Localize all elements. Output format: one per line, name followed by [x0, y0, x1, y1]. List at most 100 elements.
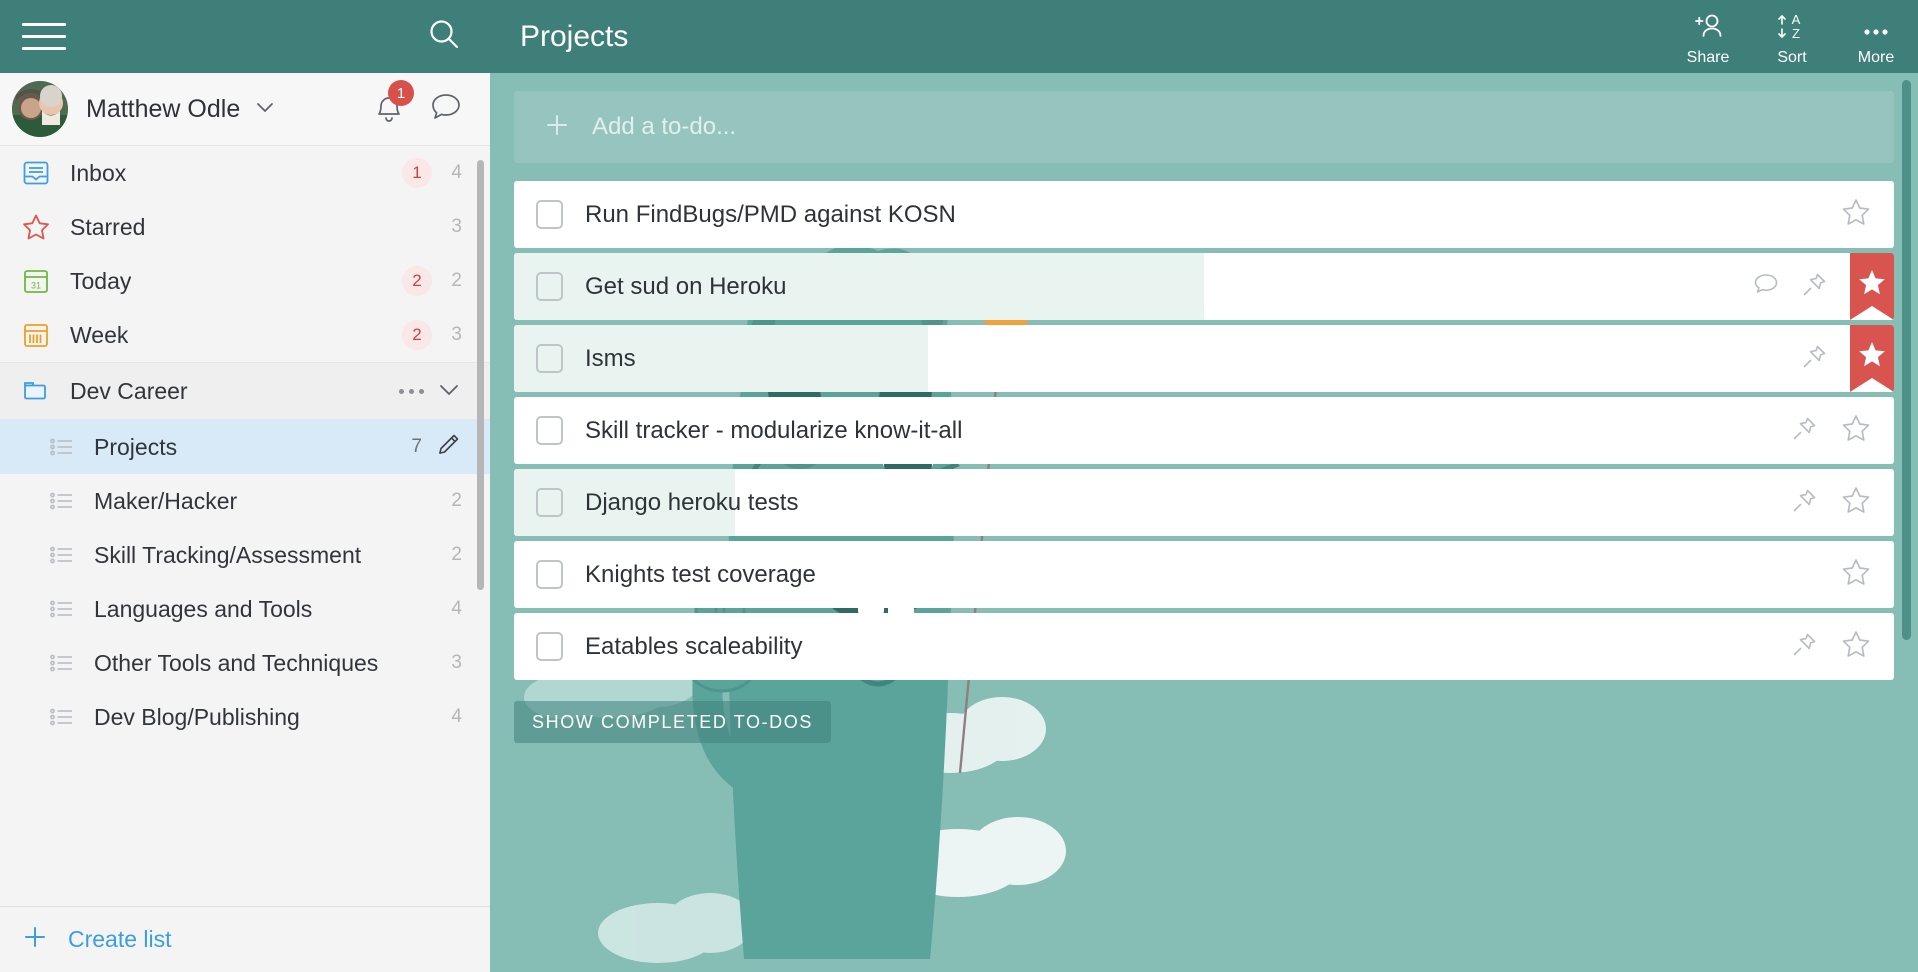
main-scrollbar[interactable] [1902, 80, 1911, 966]
sidebar-item-inbox[interactable]: Inbox 1 4 [0, 146, 490, 200]
sidebar-item-counts: 4 [444, 706, 462, 728]
hamburger-icon[interactable] [22, 21, 66, 53]
show-completed-todos-button[interactable]: SHOW COMPLETED TO-DOS [514, 701, 831, 743]
sidebar-folder-dev-career[interactable]: Dev Career [0, 362, 490, 420]
sidebar-item-week[interactable]: Week 2 3 [0, 308, 490, 362]
item-count: 4 [451, 598, 462, 619]
share-person-icon [1691, 12, 1725, 47]
search-icon[interactable] [426, 16, 462, 57]
todo-row[interactable]: Eatables scaleability [514, 613, 1894, 680]
comment-bubble-icon[interactable] [1753, 272, 1779, 301]
sidebar-item-counts: 2 3 [402, 320, 462, 350]
todo-actions [1791, 412, 1894, 449]
item-count: 2 [451, 544, 462, 565]
sidebar-item-label: Other Tools and Techniques [94, 649, 379, 676]
sidebar-item-projects[interactable]: Projects 7 [0, 420, 490, 474]
more-dots-icon[interactable] [399, 388, 424, 394]
todo-row-inner: Eatables scaleability [514, 628, 1894, 665]
notifications-button[interactable]: 1 [374, 80, 414, 125]
todo-row[interactable]: Run FindBugs/PMD against KOSN [514, 181, 1894, 248]
sidebar-item-other-tools-and-techniques[interactable]: Other Tools and Techniques 3 [0, 636, 490, 690]
todo-checkbox[interactable] [536, 416, 563, 445]
sidebar-scroll-area: Inbox 1 4 Starred 3 31 Today 2 2 Week 2 … [0, 146, 490, 906]
todo-title: Eatables scaleability [585, 632, 803, 660]
due-badge: 2 [402, 266, 432, 296]
main-scrollbar-thumb[interactable] [1902, 80, 1911, 640]
avatar[interactable] [12, 81, 68, 137]
sidebar-item-starred[interactable]: Starred 3 [0, 200, 490, 254]
sidebar-scrollbar[interactable] [477, 160, 484, 898]
sidebar-item-label: Starred [70, 213, 146, 240]
folder-icon [18, 376, 54, 406]
pin-icon[interactable] [1801, 271, 1828, 303]
chat-bubble-icon[interactable] [430, 92, 462, 127]
chevron-down-icon[interactable] [254, 96, 276, 123]
star-icon[interactable] [1840, 412, 1872, 449]
pencil-icon[interactable] [434, 431, 462, 464]
sidebar-item-label: Skill Tracking/Assessment [94, 541, 362, 568]
todo-row-inner: Django heroku tests [514, 484, 1894, 521]
todo-title: Django heroku tests [585, 488, 799, 516]
chevron-down-icon[interactable] [436, 376, 462, 407]
item-count: 4 [451, 162, 462, 183]
todo-actions [1840, 556, 1894, 593]
todo-checkbox[interactable] [536, 344, 563, 373]
star-icon[interactable] [1840, 628, 1872, 665]
add-todo-placeholder: Add a to-do... [592, 113, 737, 140]
pin-icon[interactable] [1791, 487, 1818, 519]
todo-checkbox[interactable] [536, 632, 563, 661]
todo-row-inner: Run FindBugs/PMD against KOSN [514, 196, 1894, 233]
todo-checkbox[interactable] [536, 560, 563, 589]
item-count: 3 [451, 216, 462, 237]
star-icon[interactable] [1840, 484, 1872, 521]
sidebar-item-counts: 2 [444, 490, 462, 512]
create-list-button[interactable]: Create list [0, 906, 490, 972]
todo-title: Knights test coverage [585, 560, 816, 588]
todo-checkbox[interactable] [536, 200, 563, 229]
sidebar-item-counts: 7 [404, 431, 462, 464]
header-actions: Share A Z Sort More [1666, 0, 1918, 73]
svg-text:31: 31 [31, 281, 41, 291]
todo-row[interactable]: Isms [514, 325, 1894, 392]
todo-row[interactable]: Skill tracker - modularize know-it-all [514, 397, 1894, 464]
todo-row[interactable]: Knights test coverage [514, 541, 1894, 608]
star-icon[interactable] [1840, 556, 1872, 593]
item-count: 4 [451, 706, 462, 727]
create-list-label: Create list [68, 926, 172, 952]
sidebar-item-counts: 4 [444, 598, 462, 620]
todo-checkbox[interactable] [536, 488, 563, 517]
sidebar-item-dev-blog-publishing[interactable]: Dev Blog/Publishing 4 [0, 690, 490, 744]
share-button[interactable]: Share [1666, 12, 1750, 67]
item-count: 7 [411, 436, 422, 457]
sort-az-icon: A Z [1772, 12, 1812, 47]
starred-ribbon[interactable] [1850, 253, 1894, 320]
user-profile-row[interactable]: Matthew Odle 1 [0, 73, 490, 146]
sidebar-item-languages-and-tools[interactable]: Languages and Tools 4 [0, 582, 490, 636]
sidebar-item-label: Projects [94, 433, 178, 460]
user-name: Matthew Odle [86, 94, 241, 123]
star-icon[interactable] [1840, 196, 1872, 233]
starred-ribbon[interactable] [1850, 325, 1894, 392]
list-icon [44, 487, 80, 515]
sidebar-item-label: Languages and Tools [94, 595, 313, 622]
pin-icon[interactable] [1791, 415, 1818, 447]
add-todo-input[interactable]: Add a to-do... [514, 91, 1894, 163]
pin-icon[interactable] [1791, 631, 1818, 663]
todo-actions [1840, 196, 1894, 233]
sidebar-item-maker-hacker[interactable]: Maker/Hacker 2 [0, 474, 490, 528]
todo-checkbox[interactable] [536, 272, 563, 301]
pin-icon[interactable] [1801, 343, 1828, 375]
item-count: 3 [451, 324, 462, 345]
folder-actions [399, 376, 462, 407]
sidebar-item-skill-tracking-assessment[interactable]: Skill Tracking/Assessment 2 [0, 528, 490, 582]
sidebar-scrollbar-thumb[interactable] [477, 160, 484, 590]
sort-button[interactable]: A Z Sort [1750, 12, 1834, 67]
todo-row[interactable]: Get sud on Heroku [514, 253, 1894, 320]
todo-actions [1791, 484, 1894, 521]
sidebar-item-today[interactable]: 31 Today 2 2 [0, 254, 490, 308]
todo-row[interactable]: Django heroku tests [514, 469, 1894, 536]
more-button[interactable]: More [1834, 17, 1918, 67]
todo-title: Get sud on Heroku [585, 272, 787, 300]
list-icon [44, 703, 80, 731]
week-icon [18, 320, 54, 350]
